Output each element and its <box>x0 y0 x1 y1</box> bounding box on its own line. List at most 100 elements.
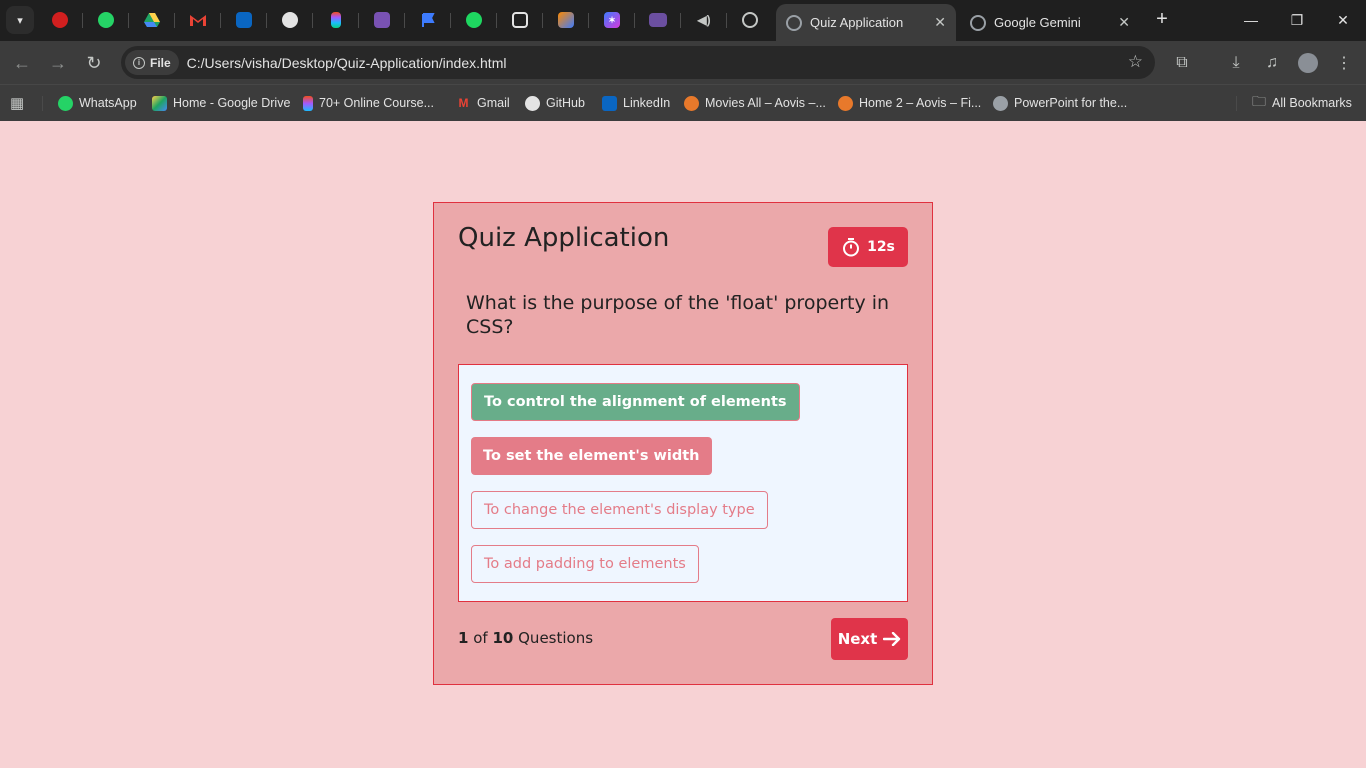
pinned-tab-google-drive[interactable] <box>137 6 167 34</box>
globe-icon <box>786 14 802 31</box>
tab-strip: ▾ ✶ ◀) Quiz Application ✕ Google Gemini … <box>0 0 1366 41</box>
pinned-tab-chatgpt[interactable] <box>735 6 765 34</box>
back-button[interactable]: ← <box>8 49 36 77</box>
bookmark-whatsapp[interactable]: WhatsApp <box>58 92 137 114</box>
bookmark-linkedin[interactable]: LinkedIn <box>602 92 670 114</box>
info-icon: i <box>133 56 145 69</box>
pinned-tab-flag[interactable] <box>413 6 443 34</box>
option-correct[interactable]: To control the alignment of elements <box>471 383 800 421</box>
option[interactable]: To add padding to elements <box>471 545 699 583</box>
bookmark-label: 70+ Online Course... <box>319 96 434 110</box>
coolors-icon <box>649 13 667 27</box>
bookmark-label: WhatsApp <box>79 96 137 110</box>
spotify-icon <box>466 12 482 28</box>
close-tab-icon[interactable]: ✕ <box>1118 14 1130 31</box>
google-drive-icon <box>152 95 167 111</box>
whatsapp-icon <box>98 12 114 28</box>
apps-grid-icon[interactable]: ▦ <box>10 92 24 114</box>
download-icon[interactable]: ⤓ <box>1224 51 1248 75</box>
pinned-tab-whatsapp[interactable] <box>91 6 121 34</box>
browser-toolbar: ← → ↻ i File C:/Users/visha/Desktop/Quiz… <box>0 41 1366 84</box>
reel-icon <box>684 95 699 111</box>
pinned-tab-audio[interactable]: ◀) <box>689 6 719 34</box>
options-list: To control the alignment of elements To … <box>458 364 908 602</box>
menu-kebab-icon[interactable]: ⋮ <box>1332 51 1356 75</box>
bookmark-google-drive[interactable]: Home - Google Drive <box>152 92 290 114</box>
timer-value: 12s <box>867 239 895 255</box>
bookmark-label: LinkedIn <box>623 96 671 110</box>
pinned-tab-gmail[interactable] <box>183 6 213 34</box>
speaker-icon: ◀) <box>697 13 711 27</box>
pinned-tab-linkedin[interactable] <box>229 6 259 34</box>
quiz-title: Quiz Application <box>458 223 670 253</box>
pinned-tab-cricinfo[interactable] <box>45 6 75 34</box>
cricinfo-icon <box>52 12 68 28</box>
pocket-icon <box>512 12 528 28</box>
option-wrong[interactable]: To set the element's width <box>471 437 712 475</box>
counter-label: Questions <box>518 629 594 647</box>
bookmark-label: Home 2 – Aovis – Fi... <box>859 96 982 110</box>
tab-title: Quiz Application <box>810 15 904 30</box>
next-label: Next <box>837 630 878 648</box>
site-info-chip[interactable]: i File <box>125 50 179 75</box>
media-control-icon[interactable]: ♫ <box>1260 51 1284 75</box>
reload-button[interactable]: ↻ <box>80 49 108 77</box>
github-icon <box>282 12 298 28</box>
option[interactable]: To change the element's display type <box>471 491 768 529</box>
stopwatch-icon <box>843 238 860 257</box>
pinned-tab-pocket[interactable] <box>505 6 535 34</box>
tab-quiz-application[interactable]: Quiz Application ✕ <box>776 4 956 41</box>
restore-button[interactable]: ❐ <box>1274 0 1320 40</box>
bookmark-label: PowerPoint for the... <box>1014 96 1128 110</box>
gemini-icon <box>970 14 986 31</box>
counter-of: of <box>473 629 488 647</box>
gmail-icon <box>190 12 206 28</box>
chatgpt-icon <box>742 12 758 28</box>
gmail-icon: M <box>458 96 469 110</box>
globe-icon <box>993 95 1008 111</box>
next-button[interactable]: Next <box>831 618 908 660</box>
quiz-card: Quiz Application 12s What is the purpose… <box>433 202 933 685</box>
profile-avatar[interactable] <box>1296 51 1320 75</box>
pinned-tab-coolors[interactable] <box>643 6 673 34</box>
tab-search-button[interactable]: ▾ <box>6 6 34 34</box>
github-icon <box>525 95 540 111</box>
bookmark-movies[interactable]: Movies All – Aovis –... <box>684 92 826 114</box>
bookmark-github[interactable]: GitHub <box>525 92 585 114</box>
address-bar[interactable]: i File C:/Users/visha/Desktop/Quiz-Appli… <box>121 46 1155 79</box>
arrow-right-icon <box>883 632 901 646</box>
app-icon <box>558 12 574 28</box>
flag-icon <box>420 12 436 28</box>
close-window-button[interactable]: ✕ <box>1320 0 1366 40</box>
pinned-tab-sparkle[interactable]: ✶ <box>597 6 627 34</box>
bookmark-online-courses[interactable]: 70+ Online Course... <box>303 92 434 114</box>
pinned-tab-figma[interactable] <box>321 6 351 34</box>
google-drive-icon <box>144 12 160 28</box>
tab-title: Google Gemini <box>994 15 1081 30</box>
reel-icon <box>838 95 853 111</box>
total-questions: 10 <box>492 629 514 647</box>
all-bookmarks-button[interactable]: 🗀 All Bookmarks <box>1252 92 1352 114</box>
whatsapp-icon <box>58 95 73 111</box>
bookmark-home-2[interactable]: Home 2 – Aovis – Fi... <box>838 92 981 114</box>
timer-badge: 12s <box>828 227 908 267</box>
tab-google-gemini[interactable]: Google Gemini ✕ <box>960 4 1140 41</box>
bookmark-gmail[interactable]: M Gmail <box>456 92 510 114</box>
sparkle-icon: ✶ <box>604 12 620 28</box>
extensions-icon[interactable]: ⧉ <box>1170 51 1194 75</box>
pinned-tab-spotify[interactable] <box>459 6 489 34</box>
bookmark-label: Movies All – Aovis –... <box>705 96 826 110</box>
linkedin-icon <box>236 12 252 28</box>
pinned-tab-app[interactable] <box>551 6 581 34</box>
new-tab-button[interactable]: + <box>1150 8 1174 32</box>
pinned-tab-github[interactable] <box>275 6 305 34</box>
bookmark-star-icon[interactable]: ☆ <box>1128 52 1143 72</box>
bookmark-powerpoint[interactable]: PowerPoint for the... <box>993 92 1127 114</box>
close-tab-icon[interactable]: ✕ <box>934 14 946 31</box>
pinned-tab-bootstrap[interactable] <box>367 6 397 34</box>
bookmark-label: GitHub <box>546 96 585 110</box>
minimize-button[interactable]: — <box>1228 0 1274 40</box>
url-text[interactable]: C:/Users/visha/Desktop/Quiz-Application/… <box>187 55 507 71</box>
folder-icon: 🗀 <box>1252 93 1266 109</box>
forward-button[interactable]: → <box>44 49 72 77</box>
